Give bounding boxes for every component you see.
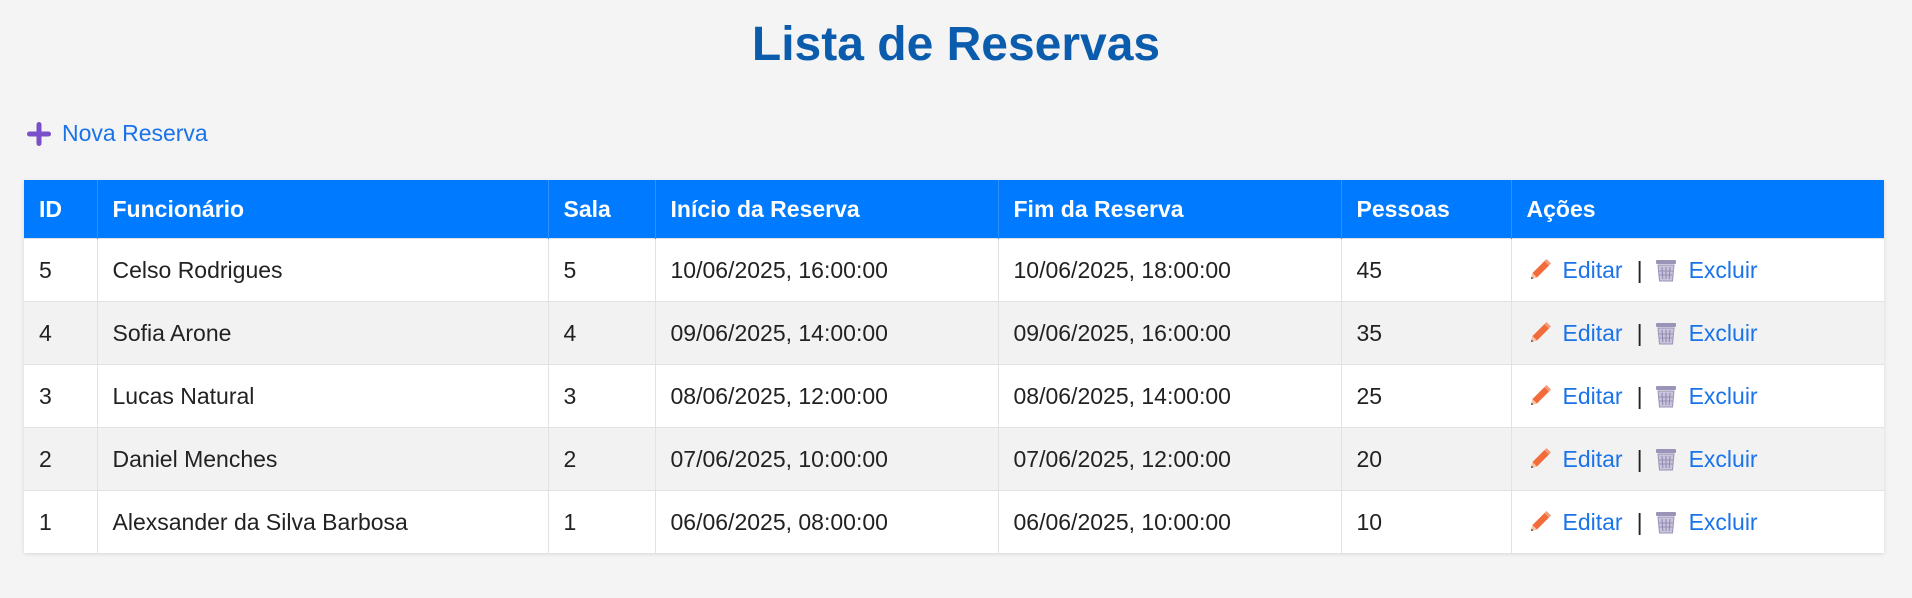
- cell-start: 10/06/2025, 16:00:00: [655, 238, 999, 302]
- table-row: 1 Alexsander da Silva Barbosa 1 06/06/20…: [24, 490, 1884, 553]
- cell-end: 06/06/2025, 10:00:00: [998, 490, 1342, 553]
- cell-id: 1: [24, 490, 98, 553]
- actions-separator: |: [1636, 256, 1643, 283]
- table-header-row: ID Funcionário Sala Início da Reserva Fi…: [24, 180, 1884, 239]
- actions-separator: |: [1636, 508, 1643, 535]
- cell-end: 08/06/2025, 14:00:00: [998, 364, 1342, 428]
- delete-label: Excluir: [1688, 382, 1758, 409]
- cell-people: 45: [1341, 238, 1512, 302]
- column-header-actions: Ações: [1511, 180, 1884, 239]
- delete-button[interactable]: Excluir: [1653, 446, 1758, 473]
- table-row: 4 Sofia Arone 4 09/06/2025, 14:00:00 09/…: [24, 301, 1884, 365]
- plus-icon: [26, 121, 52, 147]
- column-header-start: Início da Reserva: [655, 180, 999, 239]
- cell-people: 20: [1341, 427, 1512, 491]
- trash-icon: [1655, 323, 1676, 345]
- edit-label: Editar: [1562, 256, 1623, 283]
- cell-end: 07/06/2025, 12:00:00: [998, 427, 1342, 491]
- cell-id: 2: [24, 427, 98, 491]
- edit-button[interactable]: Editar: [1527, 509, 1623, 536]
- column-header-id: ID: [24, 180, 98, 239]
- column-header-employee: Funcionário: [97, 180, 549, 239]
- actions-separator: |: [1636, 382, 1643, 409]
- cell-people: 35: [1341, 301, 1512, 365]
- pencil-icon: [1530, 259, 1551, 279]
- cell-room: 2: [548, 427, 656, 491]
- trash-icon: [1655, 512, 1676, 534]
- edit-button[interactable]: Editar: [1527, 257, 1623, 284]
- edit-label: Editar: [1562, 319, 1623, 346]
- cell-room: 5: [548, 238, 656, 302]
- edit-button[interactable]: Editar: [1527, 320, 1623, 347]
- cell-employee: Celso Rodrigues: [97, 238, 549, 302]
- trash-icon: [1655, 449, 1676, 471]
- cell-employee: Sofia Arone: [97, 301, 549, 365]
- edit-label: Editar: [1562, 508, 1623, 535]
- column-header-end: Fim da Reserva: [998, 180, 1342, 239]
- cell-employee: Alexsander da Silva Barbosa: [97, 490, 549, 553]
- cell-people: 25: [1341, 364, 1512, 428]
- cell-room: 1: [548, 490, 656, 553]
- pencil-icon: [1530, 322, 1551, 342]
- delete-label: Excluir: [1688, 256, 1758, 283]
- row-actions: Editar | Excluir: [1527, 320, 1870, 347]
- delete-button[interactable]: Excluir: [1653, 383, 1758, 410]
- cell-actions: Editar | Excluir: [1511, 238, 1884, 302]
- page-title: Lista de Reservas: [751, 18, 1161, 71]
- table-row: 2 Daniel Menches 2 07/06/2025, 10:00:00 …: [24, 427, 1884, 491]
- column-header-people: Pessoas: [1341, 180, 1512, 239]
- delete-button[interactable]: Excluir: [1653, 509, 1758, 536]
- row-actions: Editar | Excluir: [1527, 446, 1870, 473]
- cell-id: 5: [24, 238, 98, 302]
- delete-button[interactable]: Excluir: [1653, 257, 1758, 284]
- cell-start: 07/06/2025, 10:00:00: [655, 427, 999, 491]
- cell-room: 3: [548, 364, 656, 428]
- actions-separator: |: [1636, 445, 1643, 472]
- cell-room: 4: [548, 301, 656, 365]
- new-reservation-label: Nova Reserva: [62, 120, 208, 146]
- cell-employee: Daniel Menches: [97, 427, 549, 491]
- cell-employee: Lucas Natural: [97, 364, 549, 428]
- delete-label: Excluir: [1688, 319, 1758, 346]
- cell-actions: Editar | Excluir: [1511, 427, 1884, 491]
- edit-button[interactable]: Editar: [1527, 446, 1623, 473]
- new-reservation-link[interactable]: Nova Reserva: [26, 120, 208, 147]
- row-actions: Editar | Excluir: [1527, 257, 1870, 284]
- reservations-table-container: ID Funcionário Sala Início da Reserva Fi…: [24, 180, 1884, 553]
- actions-separator: |: [1636, 319, 1643, 346]
- edit-label: Editar: [1562, 445, 1623, 472]
- table-body: 5 Celso Rodrigues 5 10/06/2025, 16:00:00…: [24, 238, 1884, 553]
- cell-people: 10: [1341, 490, 1512, 553]
- row-actions: Editar | Excluir: [1527, 509, 1870, 536]
- pencil-icon: [1530, 448, 1551, 468]
- table-row: 5 Celso Rodrigues 5 10/06/2025, 16:00:00…: [24, 238, 1884, 302]
- pencil-icon: [1530, 385, 1551, 405]
- column-header-room: Sala: [548, 180, 656, 239]
- edit-label: Editar: [1562, 382, 1623, 409]
- cell-end: 10/06/2025, 18:00:00: [998, 238, 1342, 302]
- cell-start: 06/06/2025, 08:00:00: [655, 490, 999, 553]
- delete-button[interactable]: Excluir: [1653, 320, 1758, 347]
- cell-actions: Editar | Excluir: [1511, 301, 1884, 365]
- trash-icon: [1655, 386, 1676, 408]
- pencil-icon: [1530, 511, 1551, 531]
- edit-button[interactable]: Editar: [1527, 383, 1623, 410]
- cell-end: 09/06/2025, 16:00:00: [998, 301, 1342, 365]
- cell-actions: Editar | Excluir: [1511, 364, 1884, 428]
- trash-icon: [1655, 260, 1676, 282]
- table-row: 3 Lucas Natural 3 08/06/2025, 12:00:00 0…: [24, 364, 1884, 428]
- delete-label: Excluir: [1688, 508, 1758, 535]
- cell-actions: Editar | Excluir: [1511, 490, 1884, 553]
- cell-start: 08/06/2025, 12:00:00: [655, 364, 999, 428]
- cell-start: 09/06/2025, 14:00:00: [655, 301, 999, 365]
- cell-id: 4: [24, 301, 98, 365]
- row-actions: Editar | Excluir: [1527, 383, 1870, 410]
- reservations-table: ID Funcionário Sala Início da Reserva Fi…: [24, 180, 1884, 553]
- delete-label: Excluir: [1688, 445, 1758, 472]
- cell-id: 3: [24, 364, 98, 428]
